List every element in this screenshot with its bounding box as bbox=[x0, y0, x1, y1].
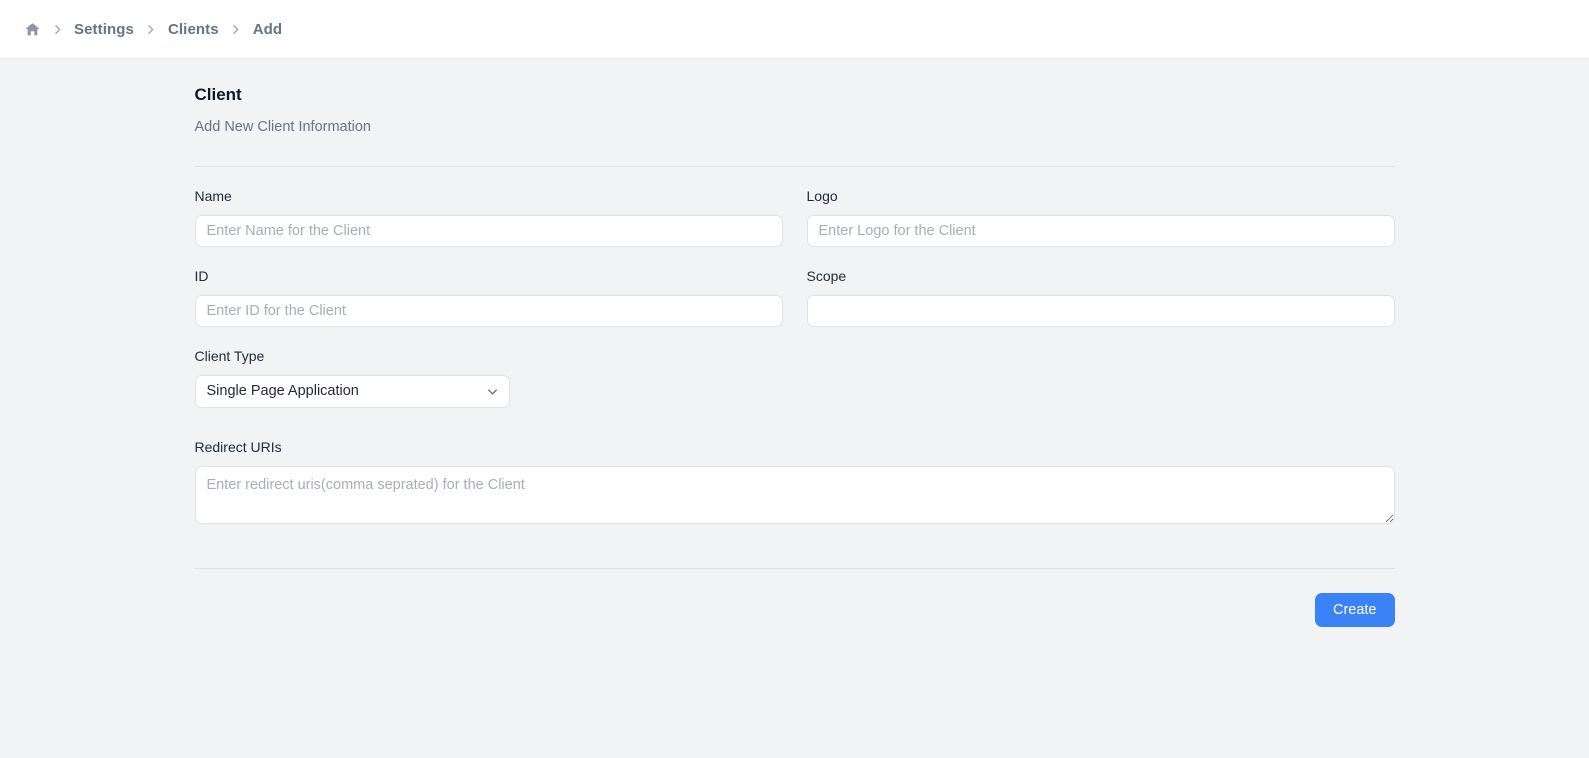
header-divider bbox=[194, 166, 1395, 167]
redirect-uris-textarea[interactable] bbox=[194, 466, 1395, 524]
home-icon[interactable] bbox=[20, 17, 44, 41]
breadcrumb-item-add[interactable]: Add bbox=[249, 19, 286, 40]
redirect-uris-label: Redirect URIs bbox=[194, 439, 282, 455]
breadcrumb: Settings Clients Add bbox=[16, 17, 286, 41]
field-group-client-type: Client Type Single Page Application bbox=[194, 347, 510, 408]
id-input[interactable] bbox=[194, 295, 783, 327]
form-row-client-type: Client Type Single Page Application bbox=[194, 347, 1395, 408]
scope-input[interactable] bbox=[806, 295, 1395, 327]
field-group-redirect-uris: Redirect URIs bbox=[194, 438, 1395, 524]
footer-divider bbox=[194, 568, 1395, 569]
field-group-logo: Logo bbox=[806, 187, 1395, 247]
form-row-name-logo: Name Logo bbox=[194, 187, 1395, 247]
field-group-id: ID bbox=[194, 267, 783, 327]
breadcrumb-separator-3 bbox=[223, 19, 249, 39]
field-group-scope: Scope bbox=[806, 267, 1395, 327]
page-subtitle: Add New Client Information bbox=[194, 119, 372, 135]
form-actions: Create bbox=[195, 593, 1395, 627]
name-label: Name bbox=[194, 188, 232, 204]
form-row-id-scope: ID Scope bbox=[194, 267, 1395, 327]
id-label: ID bbox=[194, 268, 209, 284]
client-type-select[interactable]: Single Page Application bbox=[194, 375, 510, 408]
client-form: Client Add New Client Information Name L… bbox=[194, 59, 1395, 627]
topbar: Settings Clients Add bbox=[0, 0, 1589, 59]
form-row-redirect-uris: Redirect URIs bbox=[194, 438, 1395, 524]
scope-label: Scope bbox=[806, 268, 847, 284]
name-input[interactable] bbox=[194, 215, 783, 247]
create-button[interactable]: Create bbox=[1314, 593, 1395, 627]
logo-input[interactable] bbox=[806, 215, 1395, 247]
field-group-name: Name bbox=[194, 187, 783, 247]
client-type-select-wrapper: Single Page Application bbox=[194, 375, 510, 408]
page-body: Client Add New Client Information Name L… bbox=[0, 59, 1589, 627]
page-title: Client bbox=[194, 85, 242, 104]
breadcrumb-item-clients[interactable]: Clients bbox=[164, 19, 223, 40]
breadcrumb-separator-2 bbox=[138, 19, 164, 39]
breadcrumb-separator-1 bbox=[44, 19, 70, 39]
client-type-label: Client Type bbox=[194, 348, 265, 364]
logo-label: Logo bbox=[806, 188, 838, 204]
breadcrumb-item-settings[interactable]: Settings bbox=[70, 19, 138, 40]
